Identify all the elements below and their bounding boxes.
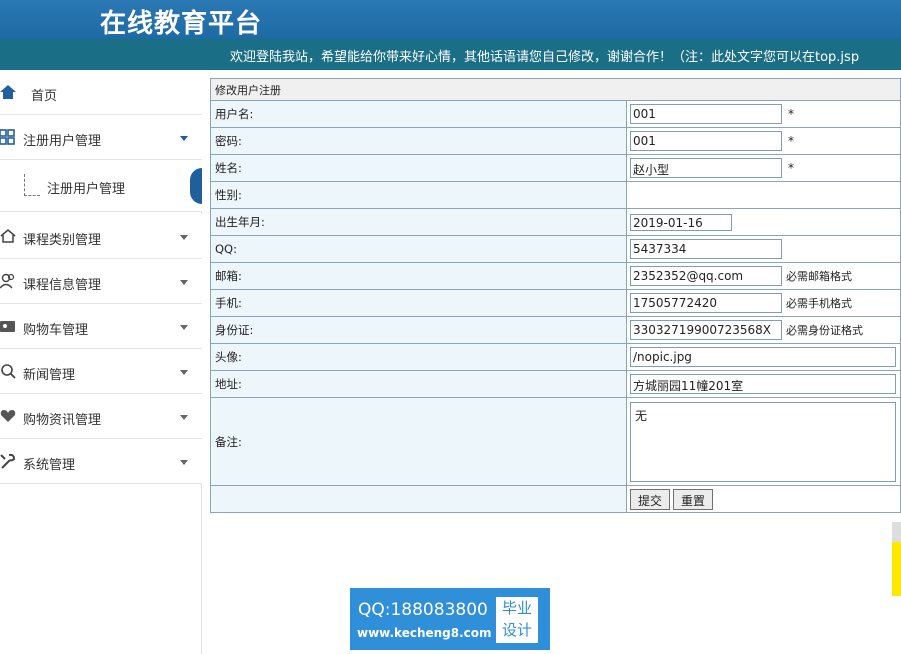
- watermark-qq: QQ:188083800: [358, 600, 488, 620]
- chevron-down-icon: [180, 460, 188, 465]
- sidebar-item-label: 新闻管理: [23, 368, 76, 383]
- required-mark: *: [788, 134, 794, 148]
- label-birth: 出生年月:: [210, 208, 627, 236]
- wrench-icon: [0, 453, 16, 469]
- chevron-down-icon: [180, 325, 188, 330]
- watermark-site: www.kecheng8.com: [357, 626, 492, 640]
- email-input[interactable]: 2352352@qq.com: [630, 266, 782, 286]
- marquee-text: 欢迎登陆我站，希望能给你带来好心情，其他话语请您自己修改，谢谢合作！（注：此处文…: [230, 50, 860, 65]
- id-card-input[interactable]: 33032719900723568X: [630, 320, 782, 340]
- heart-icon: [0, 410, 16, 422]
- sidebar-item-label: 购物资讯管理: [23, 413, 102, 428]
- badge-line2: 设计: [501, 621, 532, 639]
- required-mark: *: [788, 107, 794, 121]
- label-email: 邮箱:: [210, 262, 627, 290]
- user-card-icon: [0, 321, 15, 332]
- sidebar-group-registered-users: 注册用户管理 注册用户管理: [0, 115, 202, 212]
- watermark-badge: 毕业 设计: [496, 597, 538, 643]
- edge-widget[interactable]: [892, 522, 901, 596]
- gender-field[interactable]: [626, 181, 901, 209]
- label-password: 密码:: [210, 127, 627, 155]
- email-hint: 必需邮箱格式: [786, 270, 852, 283]
- label-username: 用户名:: [210, 100, 627, 128]
- chevron-down-icon: [180, 235, 188, 240]
- phone-input[interactable]: 17505772420: [630, 293, 782, 313]
- sidebar-item-system[interactable]: 系统管理: [0, 439, 202, 484]
- sidebar-item-course-info[interactable]: 课程信息管理: [0, 259, 202, 304]
- remark-textarea[interactable]: 无: [630, 401, 896, 482]
- chevron-down-icon: [180, 136, 188, 141]
- button-row-spacer: [210, 485, 627, 513]
- form-title: 修改用户注册: [210, 78, 901, 101]
- watermark-banner: QQ:188083800 www.kecheng8.com 毕业 设计: [350, 588, 550, 650]
- id-card-hint: 必需身份证格式: [786, 324, 863, 337]
- search-icon: [1, 364, 16, 379]
- address-input[interactable]: 方城丽园11幢201室: [630, 374, 896, 394]
- avatar-input[interactable]: /nopic.jpg: [630, 347, 896, 367]
- sidebar-item-registered-users[interactable]: 注册用户管理: [0, 115, 202, 160]
- badge-line1: 毕业: [501, 599, 532, 617]
- chevron-down-icon: [180, 370, 188, 375]
- submit-button[interactable]: 提交: [630, 488, 671, 510]
- sidebar-item-label: 注册用户管理: [23, 134, 102, 149]
- sidebar-item-label: 课程信息管理: [23, 278, 102, 293]
- label-name: 姓名:: [210, 154, 627, 182]
- password-input[interactable]: 001: [630, 131, 782, 151]
- home-outline-icon: [0, 229, 16, 243]
- label-address: 地址:: [210, 370, 627, 398]
- sidebar-item-label: 购物车管理: [23, 323, 89, 338]
- label-remark: 备注:: [210, 397, 627, 486]
- app-title: 在线教育平台: [100, 9, 263, 39]
- sidebar-item-shopping-cart[interactable]: 购物车管理: [0, 304, 202, 349]
- label-id-card: 身份证:: [210, 316, 627, 344]
- header: 在线教育平台: [0, 0, 901, 39]
- marquee-bar: 欢迎登陆我站，希望能给你带来好心情，其他话语请您自己修改，谢谢合作！（注：此处文…: [0, 39, 901, 70]
- tree-line-icon: [24, 174, 40, 196]
- users-icon: [0, 273, 15, 289]
- label-gender: 性别:: [210, 181, 627, 209]
- chevron-down-icon: [180, 280, 188, 285]
- chevron-down-icon: [180, 415, 188, 420]
- sidebar-item-label: 课程类别管理: [23, 233, 102, 248]
- qq-input[interactable]: 5437334: [630, 239, 782, 259]
- birth-date-input[interactable]: 2019-01-16: [630, 213, 732, 231]
- edit-user-form: 修改用户注册 用户名: 001 * 密码: 001 * 姓名: 赵小型 * 性别: 出…: [210, 78, 901, 513]
- sidebar-item-label: 系统管理: [23, 458, 76, 473]
- sidebar-item-label: 首页: [31, 89, 58, 104]
- sidebar-item-shopping-info[interactable]: 购物资讯管理: [0, 394, 202, 439]
- reset-button[interactable]: 重置: [673, 488, 714, 510]
- active-marker: [190, 168, 202, 204]
- sidebar-item-news[interactable]: 新闻管理: [0, 349, 202, 394]
- username-input[interactable]: 001: [630, 104, 782, 124]
- sidebar-subitem-registered-users[interactable]: 注册用户管理: [0, 160, 202, 212]
- label-avatar: 头像:: [210, 343, 627, 371]
- sidebar-item-course-category[interactable]: 课程类别管理: [0, 214, 202, 259]
- sidebar-subitem-label: 注册用户管理: [47, 182, 126, 197]
- sidebar: 首页 注册用户管理 注册用户管理 课程类别管理 课程信息管理 购物车管理 新闻管…: [0, 70, 202, 654]
- required-mark: *: [788, 161, 794, 175]
- form-table: 修改用户注册 用户名: 001 * 密码: 001 * 姓名: 赵小型 * 性别: 出…: [210, 78, 901, 513]
- label-phone: 手机:: [210, 289, 627, 317]
- sidebar-item-home[interactable]: 首页: [0, 70, 202, 115]
- phone-hint: 必需手机格式: [786, 297, 852, 310]
- label-qq: QQ:: [210, 235, 627, 263]
- name-input[interactable]: 赵小型: [630, 158, 782, 178]
- home-icon: [0, 85, 16, 99]
- grid-icon: [0, 129, 15, 145]
